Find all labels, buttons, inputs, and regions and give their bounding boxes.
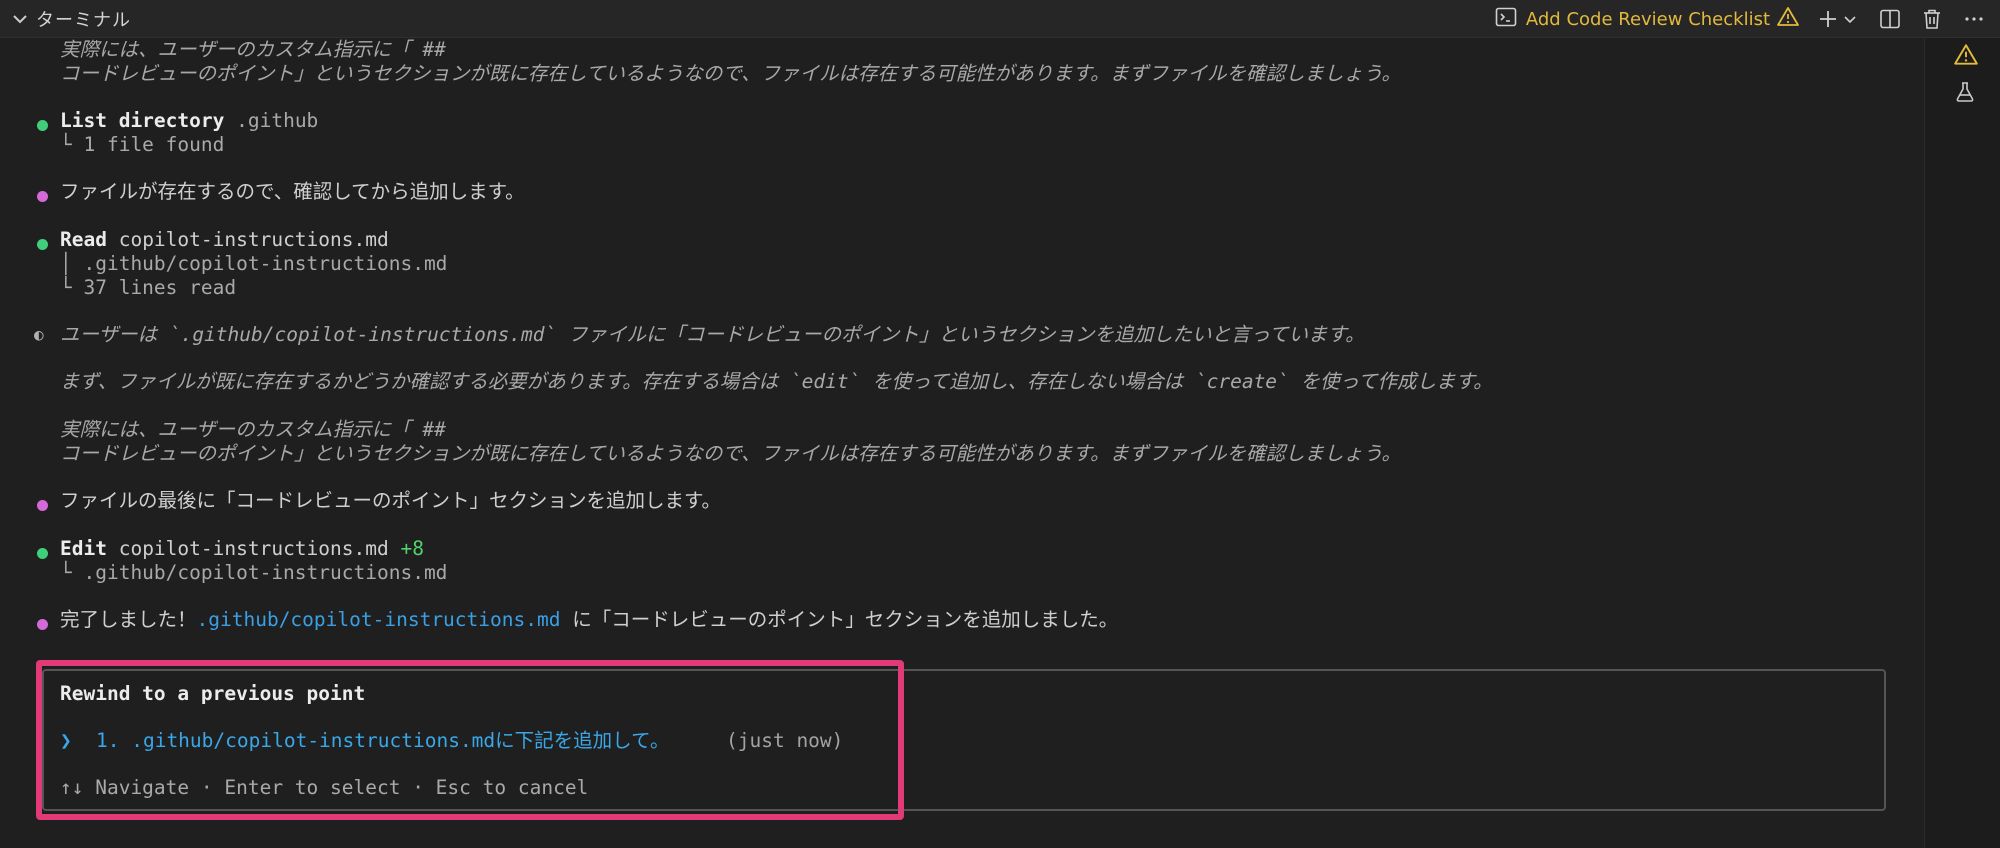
dropdown-icon[interactable] <box>1842 11 1858 27</box>
tool-result: └ .github/copilot-instructions.md <box>60 561 448 584</box>
success-dot-icon <box>37 239 48 250</box>
assistant-message: 完了しました！.github/copilot-instructions.md に… <box>60 608 1119 631</box>
thinking-line: 実際には、ユーザーのカスタム指示に「 ## <box>60 418 446 441</box>
terminal-task-label: Add Code Review Checklist <box>1525 8 1770 30</box>
trash-icon[interactable] <box>1920 7 1944 31</box>
rewind-option-1[interactable]: 1. .github/copilot-instructions.mdに下記を追加… <box>96 729 670 753</box>
rewind-option-time: (just now) <box>726 729 844 752</box>
thinking-line: 実際には、ユーザーのカスタム指示に「 ## <box>60 38 446 61</box>
chevron-down-icon[interactable] <box>10 9 30 29</box>
tool-call-read: Read copilot-instructions.md <box>60 228 389 251</box>
success-dot-icon <box>37 120 48 131</box>
flask-icon[interactable] <box>1953 80 1975 102</box>
tool-call-list-directory: List directory .github <box>60 109 319 132</box>
right-gutter <box>1924 38 2000 848</box>
warning-icon[interactable] <box>1953 42 1978 65</box>
assistant-message: ファイルが存在するので、確認してから追加します。 <box>60 180 525 203</box>
thinking-icon: ◐ <box>34 325 44 344</box>
split-icon[interactable] <box>1878 7 1902 31</box>
tool-result: └ 1 file found <box>60 133 225 156</box>
terminal-task-button[interactable]: Add Code Review Checklist <box>1494 5 1800 33</box>
assistant-message: ファイルの最後に「コードレビューのポイント」セクションを追加します。 <box>60 489 722 512</box>
selection-caret-icon: ❯ <box>60 729 72 752</box>
plus-icon[interactable] <box>1816 7 1840 31</box>
rewind-help-text: ↑↓ Navigate · Enter to select · Esc to c… <box>60 776 589 799</box>
message-dot-icon <box>37 619 48 630</box>
thinking-line: コードレビューのポイント」というセクションが既に存在しているようなので、ファイル… <box>60 442 1402 465</box>
terminal-icon <box>1494 5 1518 33</box>
thinking-line: ユーザーは `.github/copilot-instructions.md` … <box>60 323 1365 346</box>
message-dot-icon <box>37 191 48 202</box>
message-dot-icon <box>37 500 48 511</box>
panel-title[interactable]: ターミナル <box>36 6 131 32</box>
warning-icon <box>1776 5 1800 33</box>
tool-result-path: │ .github/copilot-instructions.md <box>60 252 448 275</box>
tool-result: └ 37 lines read <box>60 276 237 299</box>
thinking-line: まず、ファイルが既に存在するかどうか確認する必要があります。存在する場合は `e… <box>60 370 1493 393</box>
thinking-line: コードレビューのポイント」というセクションが既に存在しているようなので、ファイル… <box>60 62 1402 85</box>
success-dot-icon <box>37 548 48 559</box>
file-link[interactable]: .github/copilot-instructions.md <box>197 608 561 631</box>
rewind-title: Rewind to a previous point <box>60 682 366 705</box>
more-icon[interactable] <box>1962 7 1986 31</box>
tool-call-edit: Edit copilot-instructions.md +8 <box>60 537 424 560</box>
terminal-panel-header: ターミナル Add Code Review Checklist <box>0 0 2000 38</box>
